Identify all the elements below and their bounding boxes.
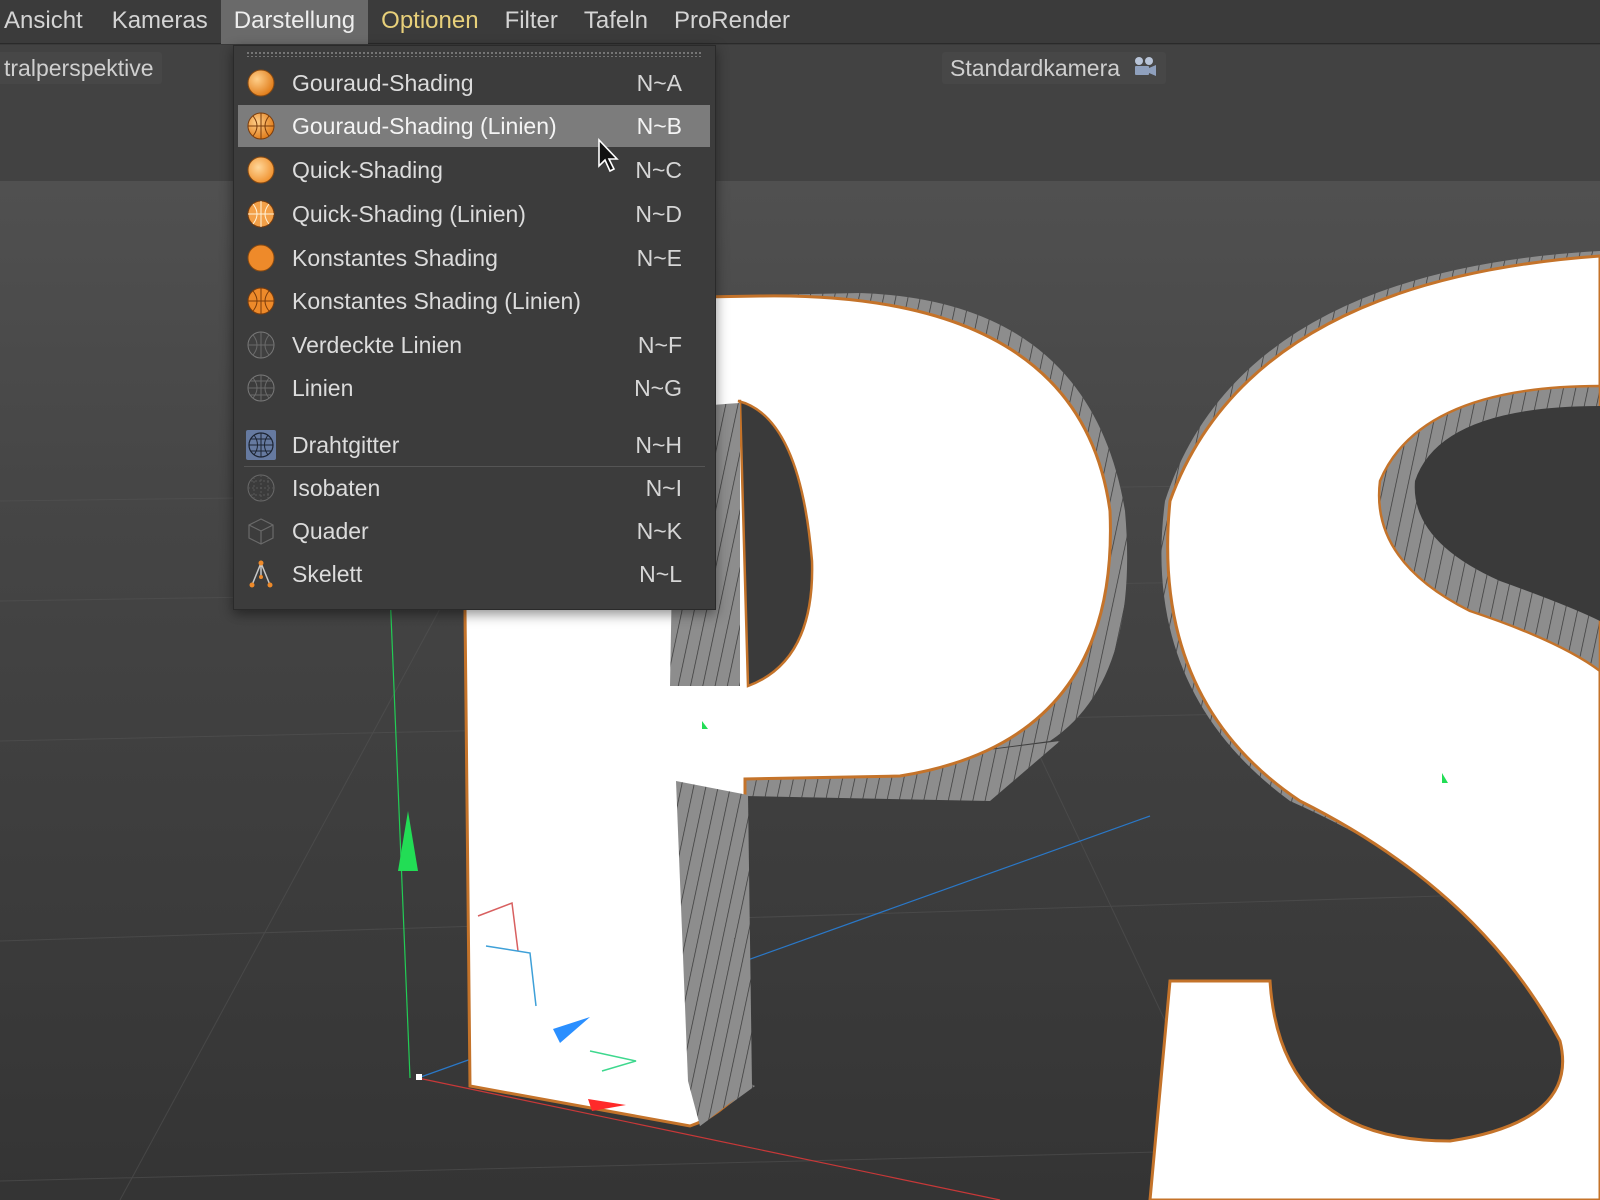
menu-item-skeleton[interactable]: Skelett N~L bbox=[238, 553, 710, 595]
menu-item-shortcut: N~K bbox=[636, 517, 682, 544]
lines-icon bbox=[246, 373, 276, 403]
menu-item-shortcut: N~B bbox=[636, 112, 682, 139]
menu-bar: Ansicht Kameras Darstellung Optionen Fil… bbox=[0, 0, 1600, 44]
menu-item-label: Linien bbox=[292, 374, 354, 401]
menu-item-shortcut: N~F bbox=[637, 331, 682, 358]
quick-shading-icon bbox=[246, 155, 276, 185]
menu-item-isoparms[interactable]: Isobaten N~I bbox=[238, 467, 710, 509]
menu-item-label: Quader bbox=[292, 517, 369, 544]
menu-item-constant-shading-lines[interactable]: Konstantes Shading (Linien) bbox=[238, 280, 710, 322]
constant-shading-icon bbox=[246, 243, 276, 273]
menu-item-shortcut: N~E bbox=[636, 244, 682, 271]
wireframe-icon bbox=[246, 430, 276, 460]
menu-item-label: Gouraud-Shading bbox=[292, 69, 474, 96]
menu-item-gouraud-shading[interactable]: Gouraud-Shading N~A bbox=[238, 62, 710, 104]
camera-icon bbox=[1132, 54, 1158, 86]
view-projection-label[interactable]: tralperspektive bbox=[0, 52, 162, 84]
menu-item-wireframe[interactable]: Drahtgitter N~H bbox=[238, 424, 710, 466]
menu-item-constant-shading[interactable]: Konstantes Shading N~E bbox=[238, 237, 710, 279]
menu-optionen[interactable]: Optionen bbox=[368, 0, 491, 44]
menu-item-label: Verdeckte Linien bbox=[292, 331, 463, 358]
menu-item-shortcut: N~G bbox=[634, 374, 682, 401]
view-projection-text: tralperspektive bbox=[4, 55, 154, 81]
darstellung-dropdown: Gouraud-Shading N~A Gouraud-Shading (Lin… bbox=[233, 45, 716, 610]
menu-ansicht[interactable]: Ansicht bbox=[0, 0, 99, 44]
camera-name: Standardkamera bbox=[950, 55, 1121, 81]
menu-item-shortcut: N~H bbox=[635, 431, 682, 458]
gouraud-shading-icon bbox=[246, 68, 276, 98]
menu-item-shortcut: N~I bbox=[645, 474, 682, 501]
hidden-lines-icon bbox=[246, 330, 276, 360]
menu-item-gouraud-shading-lines[interactable]: Gouraud-Shading (Linien) N~B bbox=[238, 105, 710, 147]
menu-item-label: Konstantes Shading bbox=[292, 244, 498, 271]
menu-darstellung[interactable]: Darstellung bbox=[220, 0, 369, 44]
object-origin bbox=[416, 1074, 422, 1080]
tearoff-handle[interactable] bbox=[246, 51, 703, 57]
menu-tafeln[interactable]: Tafeln bbox=[571, 0, 661, 44]
menu-item-label: Drahtgitter bbox=[292, 431, 400, 458]
mouse-cursor-icon bbox=[598, 138, 619, 173]
menu-item-shortcut: N~A bbox=[636, 69, 682, 96]
menu-filter[interactable]: Filter bbox=[492, 0, 571, 44]
menu-item-shortcut: N~D bbox=[635, 200, 682, 227]
quick-shading-lines-icon bbox=[246, 199, 276, 229]
gouraud-shading-lines-icon bbox=[246, 111, 276, 141]
menu-item-label: Gouraud-Shading (Linien) bbox=[292, 112, 557, 139]
menu-prorender[interactable]: ProRender bbox=[661, 0, 803, 44]
camera-selector[interactable]: Standardkamera bbox=[942, 52, 1167, 86]
menu-item-hidden-lines[interactable]: Verdeckte Linien N~F bbox=[238, 324, 710, 366]
menu-item-box[interactable]: Quader N~K bbox=[238, 510, 710, 552]
menu-item-lines[interactable]: Linien N~G bbox=[238, 367, 710, 409]
menu-item-label: Konstantes Shading (Linien) bbox=[292, 287, 581, 314]
menu-item-shortcut: N~C bbox=[635, 156, 682, 183]
menu-item-label: Skelett bbox=[292, 560, 363, 587]
constant-shading-lines-icon bbox=[246, 286, 276, 316]
isoparms-icon bbox=[246, 473, 276, 503]
menu-item-label: Quick-Shading (Linien) bbox=[292, 200, 526, 227]
box-icon bbox=[246, 516, 276, 546]
menu-item-quick-shading-lines[interactable]: Quick-Shading (Linien) N~D bbox=[238, 193, 710, 235]
menu-item-label: Quick-Shading bbox=[292, 156, 443, 183]
skeleton-icon bbox=[246, 559, 276, 589]
menu-item-quick-shading[interactable]: Quick-Shading N~C bbox=[238, 149, 710, 191]
menu-item-label: Isobaten bbox=[292, 474, 381, 501]
menu-item-shortcut: N~L bbox=[639, 560, 682, 587]
menu-kameras[interactable]: Kameras bbox=[99, 0, 221, 44]
